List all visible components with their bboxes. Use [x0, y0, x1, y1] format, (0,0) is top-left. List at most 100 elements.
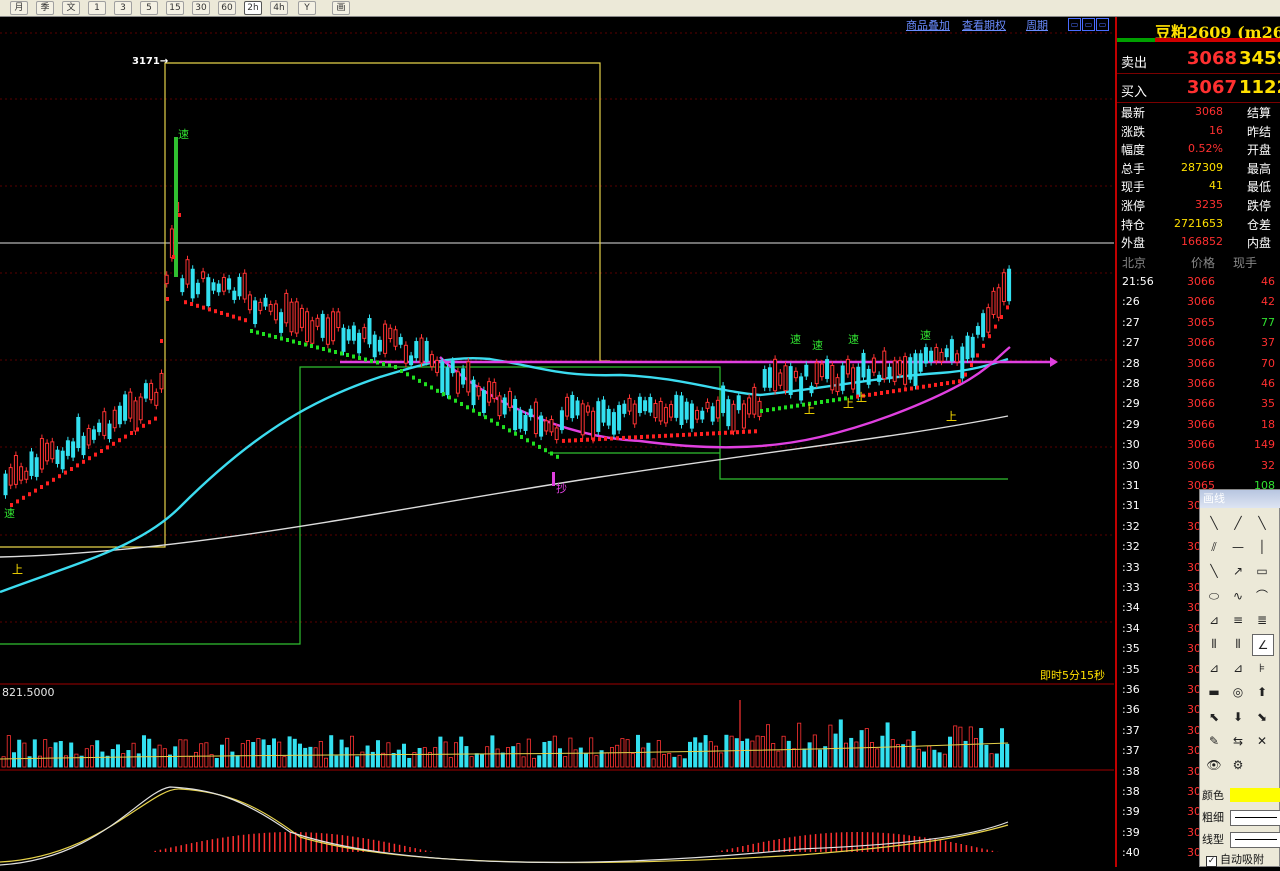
- period-link[interactable]: 周期: [1026, 17, 1048, 33]
- candle-body: [799, 376, 804, 401]
- drawing-tool-icon-16[interactable]: ⫴: [1228, 634, 1248, 654]
- drawing-tool-icon-8[interactable]: ▭: [1252, 561, 1272, 581]
- period-button-3[interactable]: 1: [88, 1, 106, 15]
- candle-body: [414, 341, 419, 359]
- period-button-9[interactable]: 2h: [244, 1, 262, 15]
- drawing-tool-icon-21[interactable]: ▬: [1204, 682, 1224, 702]
- drawing-tool-icon-26[interactable]: ⬊: [1252, 707, 1272, 727]
- period-button-10[interactable]: 4h: [270, 1, 288, 15]
- color-swatch[interactable]: [1230, 788, 1280, 802]
- drawing-tool-icon-25[interactable]: ⬇: [1228, 707, 1248, 727]
- period-button-8[interactable]: 60: [218, 1, 236, 15]
- period-button-12[interactable]: 画: [332, 1, 350, 15]
- quote-label: 最新: [1121, 106, 1146, 120]
- palette-title[interactable]: 画线: [1200, 490, 1280, 508]
- volume-bar: [152, 748, 157, 768]
- drawing-tool-icon-1[interactable]: ╱: [1228, 513, 1248, 533]
- drawing-tool-icon-5[interactable]: │: [1252, 537, 1272, 557]
- drawing-tool-icon-9[interactable]: ⬭: [1204, 586, 1224, 606]
- trend-dot: [988, 334, 991, 339]
- candle-body: [497, 395, 502, 417]
- drawing-tool-icon-31[interactable]: ⚙: [1228, 755, 1248, 775]
- volume-bar: [547, 740, 552, 768]
- contract-header[interactable]: 豆粕2609 (m2609): [1117, 17, 1280, 42]
- candle-body: [955, 353, 960, 363]
- volume-bar: [963, 740, 968, 768]
- drawing-tool-icon-29[interactable]: ✕: [1252, 731, 1272, 751]
- drawing-tool-icon-17[interactable]: ∠: [1252, 634, 1274, 656]
- drawing-tool-icon-7[interactable]: ↗: [1228, 561, 1248, 581]
- drawing-tool-icon-15[interactable]: ⫴: [1204, 634, 1224, 654]
- volume-bar: [225, 737, 230, 768]
- volume-bar: [469, 756, 474, 768]
- drawing-tool-icon-11[interactable]: ⌒: [1252, 586, 1272, 606]
- trend-dot: [358, 356, 361, 360]
- layout-icon-2[interactable]: ▭: [1082, 18, 1095, 31]
- drawing-tool-icon-23[interactable]: ⬆: [1252, 682, 1272, 702]
- drawing-tool-icon-12[interactable]: ⊿: [1204, 610, 1224, 630]
- tick-volume: 35: [1261, 397, 1275, 411]
- drawing-tool-icon-20[interactable]: ⊧: [1252, 658, 1272, 678]
- volume-bar: [157, 744, 162, 768]
- tick-row: :27 3066 37: [1117, 333, 1280, 353]
- drawing-tool-icon-22[interactable]: ◎: [1228, 682, 1248, 702]
- layout-icon-1[interactable]: ▭: [1068, 18, 1081, 31]
- period-button-4[interactable]: 3: [114, 1, 132, 15]
- period-button-6[interactable]: 15: [166, 1, 184, 15]
- trend-dot: [190, 302, 193, 306]
- quote-label-right: 最高: [1247, 161, 1272, 176]
- candle-body: [674, 394, 679, 418]
- tick-time: :26: [1122, 295, 1140, 309]
- trend-dot: [514, 431, 517, 436]
- period-button-2[interactable]: 文: [62, 1, 80, 15]
- volume-bar: [630, 753, 635, 768]
- period-button-7[interactable]: 30: [192, 1, 210, 15]
- candle-body: [804, 364, 809, 377]
- layout-icon-3[interactable]: ▭: [1096, 18, 1109, 31]
- overlay-commodity-link[interactable]: 商品叠加: [906, 17, 950, 33]
- orderbook-row-1[interactable]: 买入 3067 1122: [1117, 74, 1280, 103]
- drawing-tool-icon-14[interactable]: ≣: [1252, 610, 1272, 630]
- drawing-tool-icon-3[interactable]: ⫽: [1204, 537, 1224, 557]
- period-button-11[interactable]: Y: [298, 1, 316, 15]
- volume-bar: [17, 739, 22, 768]
- style-select[interactable]: [1230, 832, 1280, 848]
- volume-bar: [672, 756, 677, 768]
- candle-body: [809, 385, 814, 394]
- drawing-tool-icon-18[interactable]: ⊿: [1204, 658, 1224, 678]
- width-select[interactable]: [1230, 810, 1280, 826]
- period-button-0[interactable]: 月: [10, 1, 28, 15]
- drawing-tool-icon-27[interactable]: ✎: [1204, 731, 1224, 751]
- trend-dot: [958, 379, 961, 384]
- trend-dot: [154, 416, 157, 421]
- drawing-tool-icon-4[interactable]: —: [1228, 537, 1248, 557]
- autosnap-checkbox[interactable]: ✓ 自动吸附: [1206, 851, 1264, 867]
- view-options-link[interactable]: 查看期权: [962, 17, 1006, 33]
- drawing-tool-icon-10[interactable]: ∿: [1228, 586, 1248, 606]
- orderbook-row-0[interactable]: 卖出 3068 3459: [1117, 45, 1280, 74]
- drawing-tool-icon-2[interactable]: ╲: [1252, 513, 1272, 533]
- drawing-tool-icon-19[interactable]: ⊿: [1228, 658, 1248, 678]
- candle-body: [726, 399, 731, 427]
- drawing-tool-icon-28[interactable]: ⇆: [1228, 731, 1248, 751]
- trend-dot: [784, 405, 787, 410]
- candle-body: [747, 397, 752, 415]
- trend-dot: [400, 369, 403, 373]
- period-button-1[interactable]: 季: [36, 1, 54, 15]
- chart-canvas[interactable]: 速速速速速速上上上上上抄: [0, 17, 1114, 867]
- volume-bar: [542, 742, 547, 768]
- trend-dot: [298, 341, 301, 345]
- drawing-tool-icon-0[interactable]: ╲: [1204, 513, 1224, 533]
- candle-body: [289, 301, 294, 333]
- drawing-tool-icon-30[interactable]: 👁: [1204, 755, 1224, 775]
- kline-chart[interactable]: 速速速速速速上上上上上抄: [0, 17, 1114, 867]
- candle-body: [305, 311, 310, 343]
- drawing-tool-icon-24[interactable]: ⬉: [1204, 707, 1224, 727]
- drawing-tool-icon-13[interactable]: ≡: [1228, 610, 1248, 630]
- volume-bar: [942, 753, 947, 768]
- drawing-tool-icon-6[interactable]: ╲: [1204, 561, 1224, 581]
- trend-dot: [496, 421, 499, 426]
- period-button-5[interactable]: 5: [140, 1, 158, 15]
- trend-dot: [424, 382, 427, 387]
- trend-dot: [202, 305, 205, 310]
